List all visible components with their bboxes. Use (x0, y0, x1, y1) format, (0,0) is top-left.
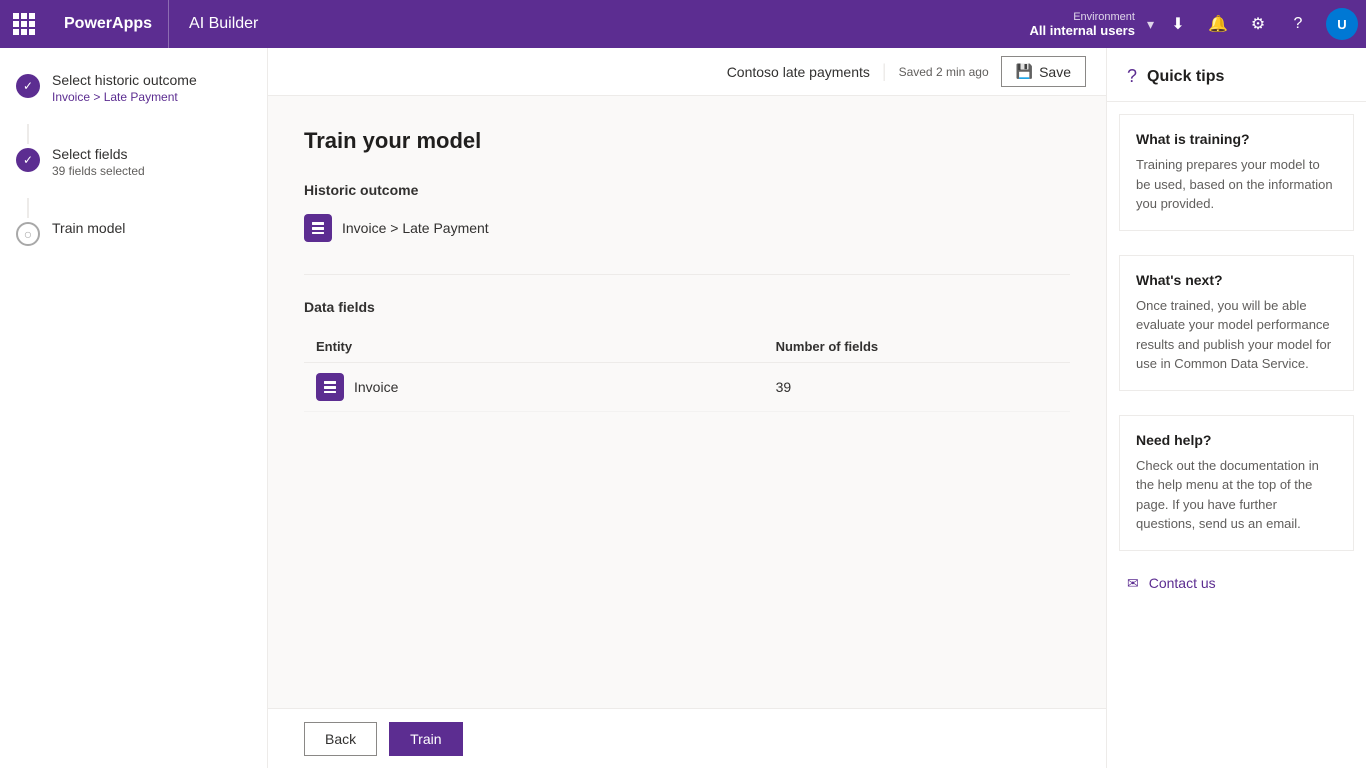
powerapps-logo[interactable]: PowerApps (48, 0, 169, 48)
model-name: Contoso late payments (727, 64, 870, 80)
qt-card-3-title: Need help? (1136, 432, 1337, 448)
steps-sidebar: ✓ Select historic outcome Invoice > Late… (0, 48, 268, 768)
page-footer: Back Train (268, 708, 1106, 768)
step-1-link[interactable]: Invoice > Late Payment (52, 90, 178, 104)
notifications-icon[interactable]: 🔔 (1198, 0, 1238, 48)
environment-chevron-icon[interactable]: ▾ (1143, 16, 1158, 33)
table-row: Invoice 39 (304, 363, 1070, 412)
quick-tips-icon: ? (1127, 66, 1137, 87)
entity-cell: Invoice (304, 363, 764, 412)
step-3-indicator: ○ (16, 222, 40, 246)
waffle-menu-button[interactable] (0, 0, 48, 48)
qt-card-1-title: What is training? (1136, 131, 1337, 147)
contact-us-label: Contact us (1149, 575, 1216, 591)
model-topbar: Contoso late payments | Saved 2 min ago … (268, 48, 1106, 96)
qt-card-2-title: What's next? (1136, 272, 1337, 288)
fields-count: 39 (764, 363, 1070, 412)
historic-outcome-section: Historic outcome Invoice > Late Payment (304, 182, 1070, 242)
step-connector-2 (27, 198, 29, 218)
historic-outcome-label: Historic outcome (304, 182, 1070, 198)
table-header-row: Entity Number of fields (304, 331, 1070, 363)
page-content: Train your model Historic outcome Invoic… (268, 96, 1106, 708)
settings-icon[interactable]: ⚙ (1238, 0, 1278, 48)
data-fields-section: Data fields Entity Number of fields (304, 299, 1070, 412)
table-icon (311, 221, 325, 235)
step-1: ✓ Select historic outcome Invoice > Late… (16, 72, 251, 104)
aibuilder-title: AI Builder (169, 15, 278, 33)
quick-tips-card-1: What is training? Training prepares your… (1119, 114, 1354, 231)
fields-col-header: Number of fields (764, 331, 1070, 363)
quick-tips-card-3: Need help? Check out the documentation i… (1119, 415, 1354, 551)
download-icon[interactable]: ⬇ (1158, 0, 1198, 48)
user-avatar[interactable]: U (1326, 8, 1358, 40)
entity-col-header: Entity (304, 331, 764, 363)
step-3: ○ Train model (16, 220, 251, 246)
train-button[interactable]: Train (389, 722, 462, 756)
step-2: ✓ Select fields 39 fields selected (16, 146, 251, 178)
step-connector-1 (27, 124, 29, 144)
quick-tips-card-2: What's next? Once trained, you will be a… (1119, 255, 1354, 391)
step-2-title: Select fields (52, 146, 145, 162)
entity-name: Invoice (354, 379, 398, 395)
invoice-table-icon (323, 380, 337, 394)
step-3-content: Train model (52, 220, 125, 236)
nav-icons: ⬇ 🔔 ⚙ ? U (1158, 0, 1366, 48)
waffle-icon (13, 13, 35, 35)
outcome-entity-icon (304, 214, 332, 242)
email-icon: ✉ (1127, 575, 1139, 592)
quick-tips-title: Quick tips (1147, 68, 1224, 86)
save-button[interactable]: 💾 Save (1001, 56, 1086, 87)
help-icon[interactable]: ? (1278, 0, 1318, 48)
topbar-divider: | (882, 61, 887, 82)
step-2-content: Select fields 39 fields selected (52, 146, 145, 178)
qt-card-2-text: Once trained, you will be able evaluate … (1136, 296, 1337, 374)
saved-status: Saved 2 min ago (899, 65, 989, 79)
outcome-value: Invoice > Late Payment (342, 220, 489, 236)
step-1-subtitle: Invoice > Late Payment (52, 90, 197, 104)
content-area: ✓ Select historic outcome Invoice > Late… (0, 48, 1366, 768)
back-button[interactable]: Back (304, 722, 377, 756)
step-1-title: Select historic outcome (52, 72, 197, 88)
quick-tips-header: ? Quick tips (1107, 48, 1366, 102)
data-fields-label: Data fields (304, 299, 1070, 315)
section-divider (304, 274, 1070, 275)
invoice-entity-icon (316, 373, 344, 401)
environment-selector[interactable]: Environment All internal users (1021, 11, 1142, 38)
data-fields-table: Entity Number of fields (304, 331, 1070, 412)
qt-card-1-text: Training prepares your model to be used,… (1136, 155, 1337, 214)
step-1-indicator: ✓ (16, 74, 40, 98)
outcome-row: Invoice > Late Payment (304, 214, 1070, 242)
step-3-title: Train model (52, 220, 125, 236)
top-navigation: PowerApps AI Builder Environment All int… (0, 0, 1366, 48)
step-1-content: Select historic outcome Invoice > Late P… (52, 72, 197, 104)
save-icon: 💾 (1016, 63, 1033, 80)
qt-card-3-text: Check out the documentation in the help … (1136, 456, 1337, 534)
contact-us-link[interactable]: ✉ Contact us (1107, 563, 1366, 604)
page-title: Train your model (304, 128, 1070, 154)
step-2-indicator: ✓ (16, 148, 40, 172)
main-area: Contoso late payments | Saved 2 min ago … (268, 48, 1106, 768)
quick-tips-panel: ? Quick tips What is training? Training … (1106, 48, 1366, 768)
step-2-subtitle: 39 fields selected (52, 164, 145, 178)
